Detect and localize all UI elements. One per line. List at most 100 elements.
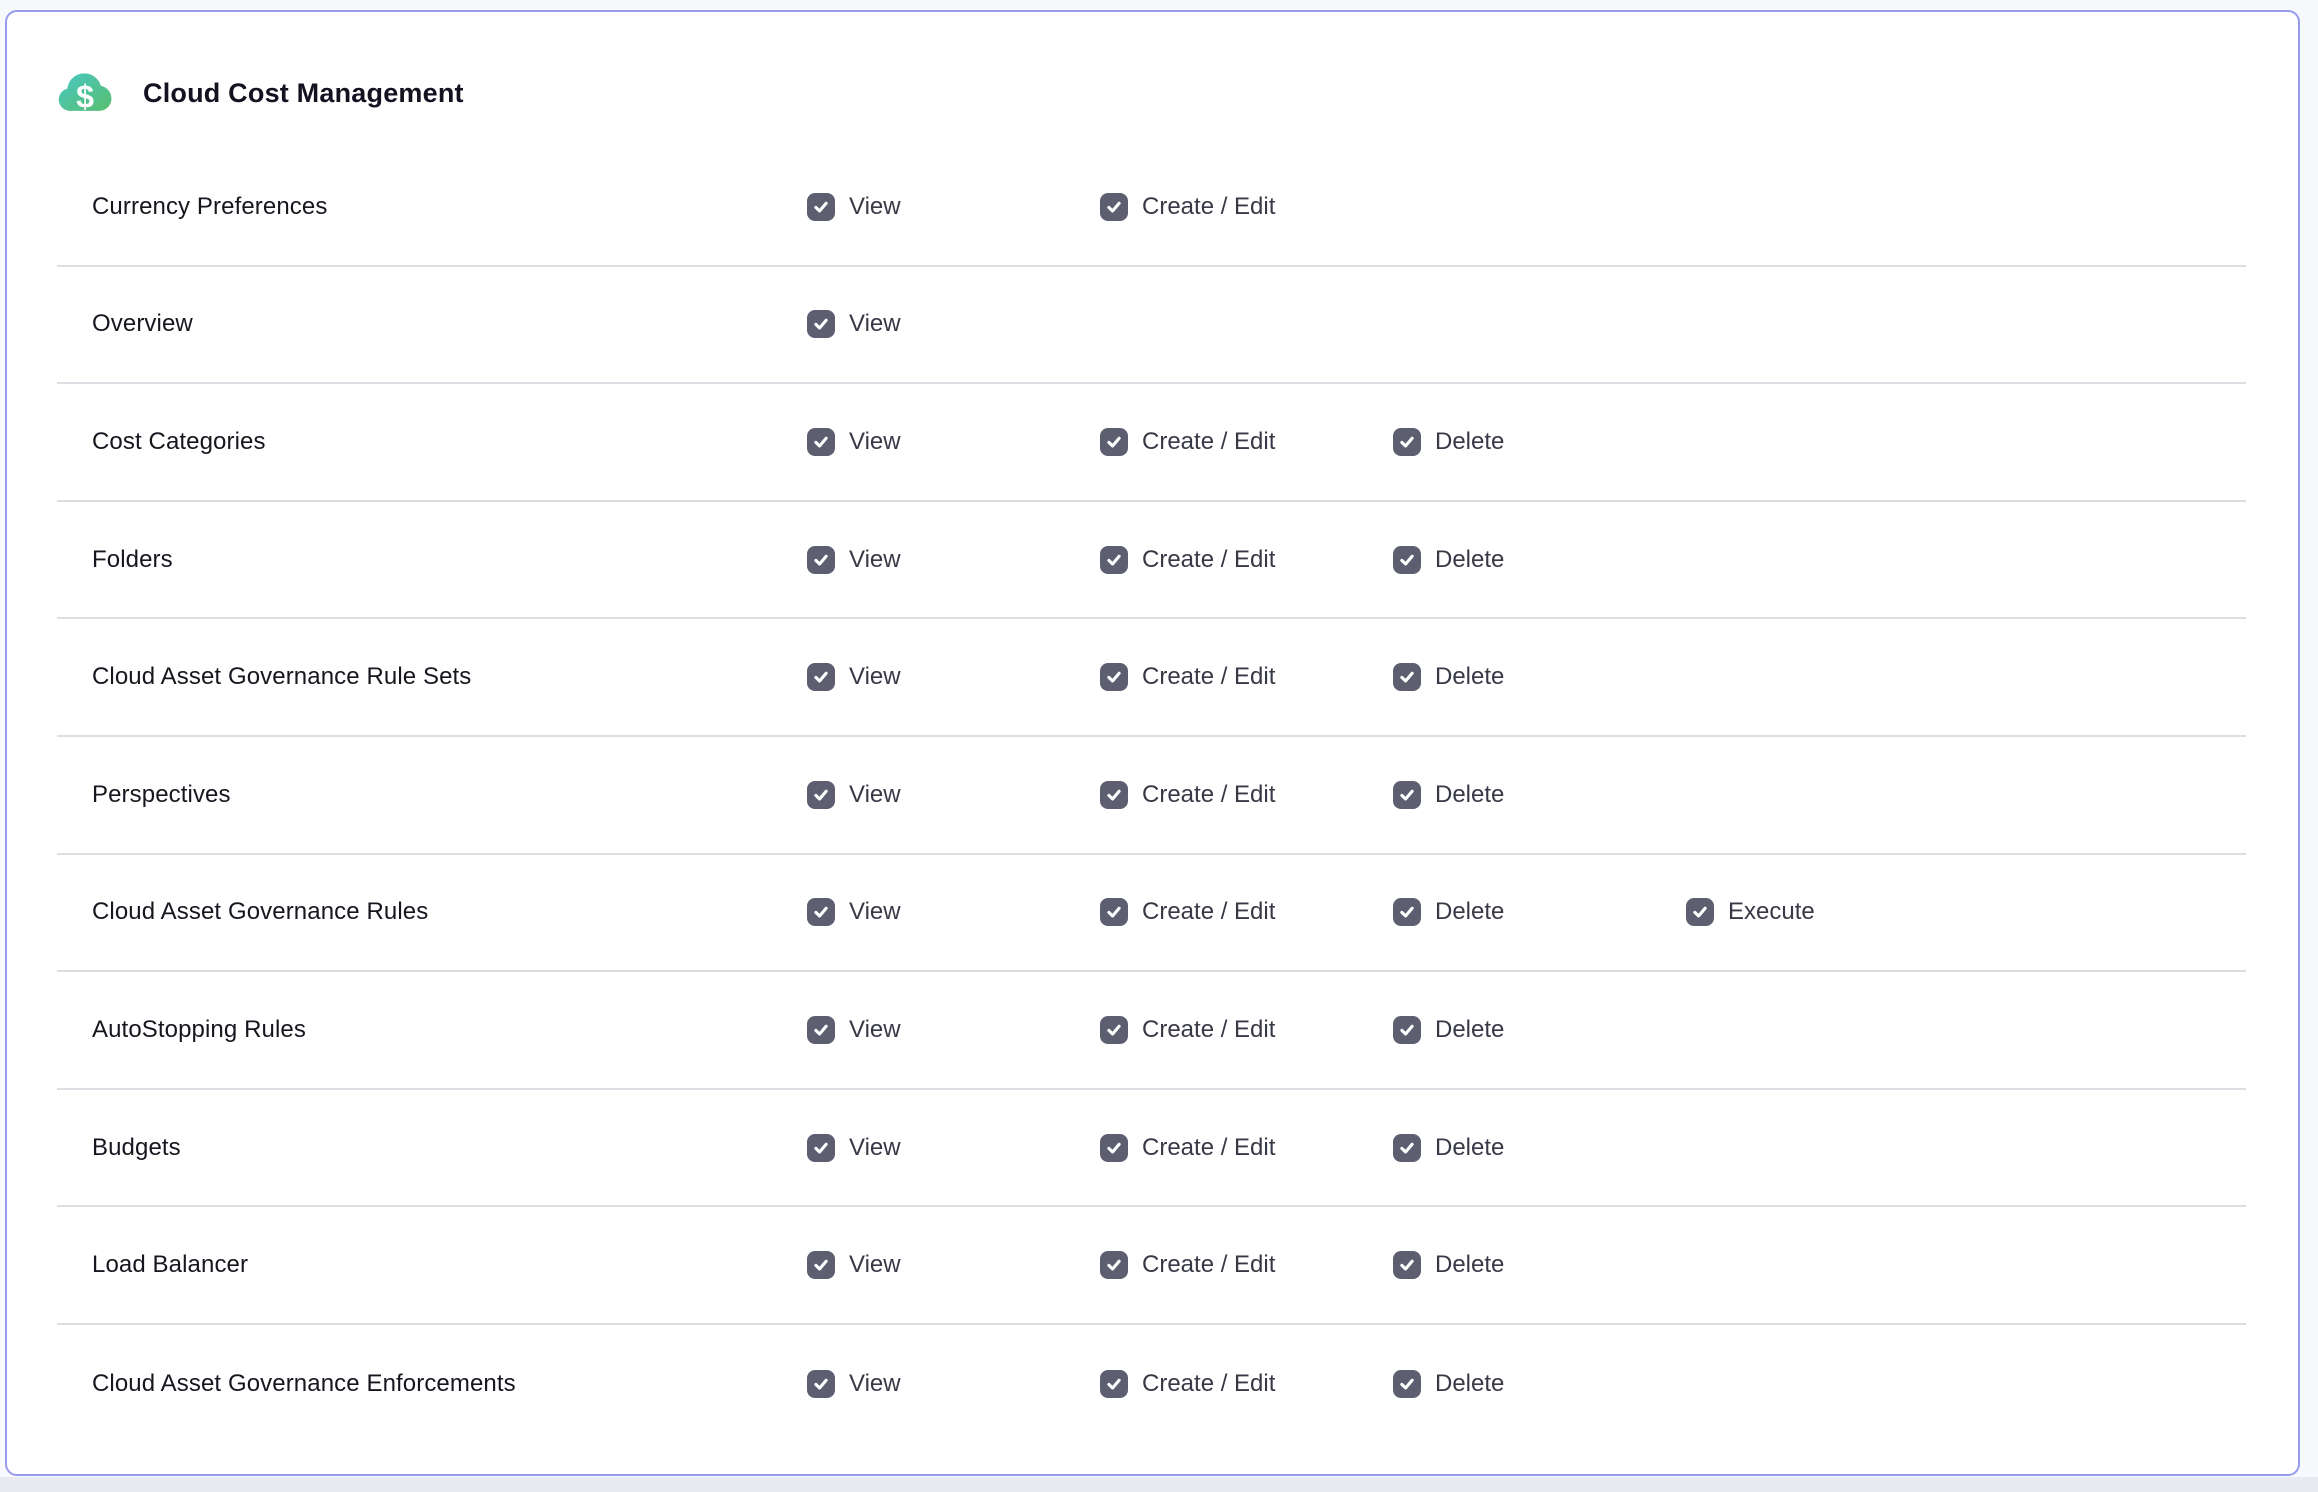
checkbox-checked-icon[interactable] <box>1100 428 1128 456</box>
checkbox-checked-icon[interactable] <box>1393 663 1421 691</box>
permission-cell[interactable]: Create / Edit <box>1100 1134 1393 1162</box>
permission-cell[interactable]: Delete <box>1393 781 1686 809</box>
cloud-dollar-icon: $ <box>57 68 115 118</box>
checkbox-checked-icon[interactable] <box>1686 898 1714 926</box>
permission-cell[interactable]: View <box>807 781 1100 809</box>
checkbox-checked-icon[interactable] <box>807 781 835 809</box>
permission-cell[interactable]: Delete <box>1393 1134 1686 1162</box>
permission-label: View <box>849 663 901 691</box>
permission-label: View <box>849 1134 901 1162</box>
svg-text:$: $ <box>76 78 94 114</box>
permission-cell[interactable]: Create / Edit <box>1100 546 1393 574</box>
row-label: AutoStopping Rules <box>92 1016 807 1044</box>
checkbox-checked-icon[interactable] <box>1100 898 1128 926</box>
permission-cell[interactable]: Delete <box>1393 1016 1686 1044</box>
checkbox-checked-icon[interactable] <box>1393 1134 1421 1162</box>
checkbox-checked-icon[interactable] <box>807 898 835 926</box>
permission-cell[interactable]: View <box>807 1370 1100 1398</box>
checkbox-checked-icon[interactable] <box>1393 546 1421 574</box>
row-label: Budgets <box>92 1134 807 1162</box>
checkbox-checked-icon[interactable] <box>807 310 835 338</box>
checkbox-checked-icon[interactable] <box>1100 546 1128 574</box>
permission-cell[interactable]: View <box>807 1251 1100 1279</box>
checkbox-checked-icon[interactable] <box>1100 781 1128 809</box>
permission-cell[interactable]: View <box>807 546 1100 574</box>
row-label: Cloud Asset Governance Rules <box>92 898 807 926</box>
row-label: Cloud Asset Governance Enforcements <box>92 1370 807 1398</box>
permission-label: View <box>849 428 901 456</box>
permission-row: Cloud Asset Governance Enforcements View… <box>57 1325 2246 1443</box>
row-label: Load Balancer <box>92 1251 807 1279</box>
permission-row: Cloud Asset Governance Rules View Create… <box>57 855 2246 973</box>
row-label: Overview <box>92 310 807 338</box>
checkbox-checked-icon[interactable] <box>1393 1016 1421 1044</box>
permission-cell[interactable]: Create / Edit <box>1100 898 1393 926</box>
row-label: Perspectives <box>92 781 807 809</box>
permission-label: View <box>849 310 901 338</box>
checkbox-checked-icon[interactable] <box>1393 1370 1421 1398</box>
permission-label: Delete <box>1435 781 1504 809</box>
permission-row: Cloud Asset Governance Rule Sets View Cr… <box>57 619 2246 737</box>
permission-label: Delete <box>1435 1016 1504 1044</box>
row-label: Folders <box>92 546 807 574</box>
checkbox-checked-icon[interactable] <box>1393 1251 1421 1279</box>
permission-label: Delete <box>1435 1251 1504 1279</box>
checkbox-checked-icon[interactable] <box>1393 428 1421 456</box>
permission-label: Delete <box>1435 428 1504 456</box>
checkbox-checked-icon[interactable] <box>807 1016 835 1044</box>
permission-label: Delete <box>1435 546 1504 574</box>
checkbox-checked-icon[interactable] <box>807 546 835 574</box>
permission-cell[interactable]: Create / Edit <box>1100 663 1393 691</box>
permission-cell[interactable]: Delete <box>1393 546 1686 574</box>
checkbox-checked-icon[interactable] <box>807 193 835 221</box>
permission-cell[interactable]: View <box>807 1016 1100 1044</box>
permission-label: Create / Edit <box>1142 1016 1275 1044</box>
checkbox-checked-icon[interactable] <box>1100 1016 1128 1044</box>
checkbox-checked-icon[interactable] <box>807 428 835 456</box>
permission-label: View <box>849 781 901 809</box>
permission-row: Perspectives View Create / Edit <box>57 737 2246 855</box>
permission-cell[interactable]: Delete <box>1393 1370 1686 1398</box>
permission-label: Delete <box>1435 1134 1504 1162</box>
page-title: Cloud Cost Management <box>143 78 464 109</box>
checkbox-checked-icon[interactable] <box>1100 1251 1128 1279</box>
permission-label: Create / Edit <box>1142 1134 1275 1162</box>
permission-cell[interactable]: Execute <box>1686 898 2246 926</box>
permission-cell[interactable]: Create / Edit <box>1100 1370 1393 1398</box>
permission-label: Create / Edit <box>1142 428 1275 456</box>
permission-cell[interactable]: Create / Edit <box>1100 1251 1393 1279</box>
checkbox-checked-icon[interactable] <box>807 1370 835 1398</box>
row-label: Cloud Asset Governance Rule Sets <box>92 663 807 691</box>
permission-cell[interactable]: Delete <box>1393 898 1686 926</box>
permission-cell[interactable]: Delete <box>1393 428 1686 456</box>
permission-cell[interactable]: Create / Edit <box>1100 428 1393 456</box>
permission-label: View <box>849 546 901 574</box>
permission-cell[interactable]: Delete <box>1393 663 1686 691</box>
checkbox-checked-icon[interactable] <box>1393 781 1421 809</box>
checkbox-checked-icon[interactable] <box>807 663 835 691</box>
checkbox-checked-icon[interactable] <box>1100 663 1128 691</box>
permission-cell[interactable]: View <box>807 1134 1100 1162</box>
permission-label: Create / Edit <box>1142 898 1275 926</box>
permission-cell[interactable]: View <box>807 428 1100 456</box>
permission-row: Currency Preferences View Create / Edit <box>57 149 2246 267</box>
permission-label: View <box>849 1016 901 1044</box>
checkbox-checked-icon[interactable] <box>1100 1370 1128 1398</box>
checkbox-checked-icon[interactable] <box>807 1251 835 1279</box>
permission-label: Create / Edit <box>1142 781 1275 809</box>
permission-cell[interactable]: View <box>807 310 1100 338</box>
permission-cell[interactable]: View <box>807 193 1100 221</box>
permission-row: Load Balancer View Create / Edit <box>57 1207 2246 1325</box>
permission-label: View <box>849 193 901 221</box>
permission-cell[interactable]: View <box>807 898 1100 926</box>
permission-cell[interactable]: Create / Edit <box>1100 781 1393 809</box>
checkbox-checked-icon[interactable] <box>1393 898 1421 926</box>
permission-cell[interactable]: Delete <box>1393 1251 1686 1279</box>
permission-label: Execute <box>1728 898 1815 926</box>
permission-cell[interactable]: Create / Edit <box>1100 193 1393 221</box>
checkbox-checked-icon[interactable] <box>1100 1134 1128 1162</box>
checkbox-checked-icon[interactable] <box>1100 193 1128 221</box>
checkbox-checked-icon[interactable] <box>807 1134 835 1162</box>
permission-cell[interactable]: View <box>807 663 1100 691</box>
permission-cell[interactable]: Create / Edit <box>1100 1016 1393 1044</box>
